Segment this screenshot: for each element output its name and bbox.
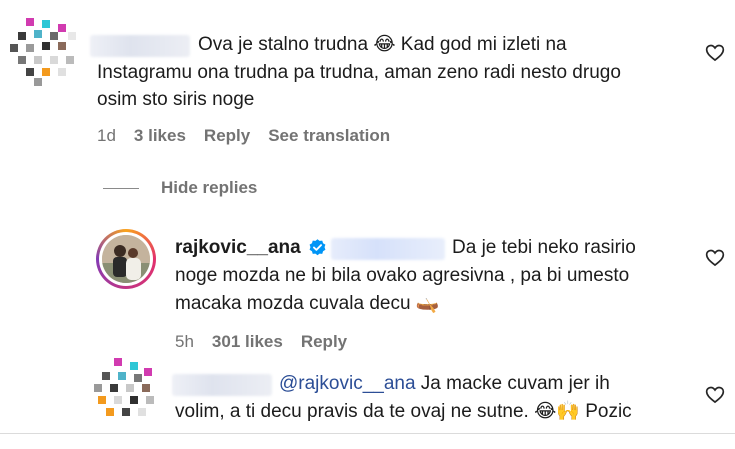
blurred-username[interactable] [172,374,272,396]
avatar[interactable] [8,18,92,102]
reply-text: Da je tebi neko rasirio [452,234,636,261]
verified-badge-icon [309,239,326,256]
reply-text: noge mozda ne bi bila ovako agresivna , … [175,262,629,289]
reply-text-line: noge mozda ne bi bila ovako agresivna , … [175,265,630,286]
blurred-mention[interactable] [331,238,445,260]
divider [0,433,735,434]
heart-outline-icon[interactable] [705,385,725,405]
avatar[interactable] [88,358,172,442]
comment-text: Ova je stalno trudna 😂 Kad god mi izleti… [198,31,567,58]
timestamp: 1d [97,126,116,145]
mention-link[interactable]: @rajkovic__ana [279,373,416,394]
likes-count[interactable]: 3 likes [134,126,186,146]
reply-button[interactable]: Reply [204,126,250,146]
heart-outline-icon[interactable] [705,43,725,63]
comment-text: osim sto siris noge [97,86,254,113]
reply-text: @rajkovic__ana Ja macke cuvam jer ih [279,370,610,397]
comment-text: Instagramu ona trudna pa trudna, aman ze… [97,59,621,86]
comment-meta: 1d 3 likes Reply See translation [97,126,390,146]
see-translation-button[interactable]: See translation [268,126,390,146]
reply-text-line: Da je tebi neko rasirio [452,237,636,258]
reply-text: macaka mozda cuvala decu 🛶 [175,290,439,317]
divider-line [103,187,139,189]
heart-outline-icon[interactable] [705,248,725,268]
reply-text-line: macaka mozda cuvala decu 🛶 [175,293,440,314]
reply-meta: 5h 301 likes Reply [175,332,347,352]
reply-text-line: volim, a ti decu pravis da te ovaj ne su… [175,401,632,422]
reply-button[interactable]: Reply [301,332,347,352]
timestamp: 5h [175,332,194,351]
comment-text-line: osim sto siris noge [97,89,255,110]
avatar-photo [102,235,150,283]
blurred-username[interactable] [90,35,190,57]
reply-username[interactable]: rajkovic__ana [175,237,301,258]
comment-text-line: Ova je stalno trudna 😂 Kad god mi izleti… [198,34,567,55]
comment-text-line: Instagramu ona trudna pa trudna, aman ze… [97,62,621,83]
reply-text-line: Ja macke cuvam jer ih [415,373,610,394]
reply-header: rajkovic__ana [175,234,301,261]
reply-text: volim, a ti decu pravis da te ovaj ne su… [175,398,632,425]
story-ring-avatar[interactable] [96,229,156,289]
hide-replies-button[interactable]: Hide replies [103,178,257,198]
hide-replies-label: Hide replies [161,178,258,197]
likes-count[interactable]: 301 likes [212,332,283,352]
